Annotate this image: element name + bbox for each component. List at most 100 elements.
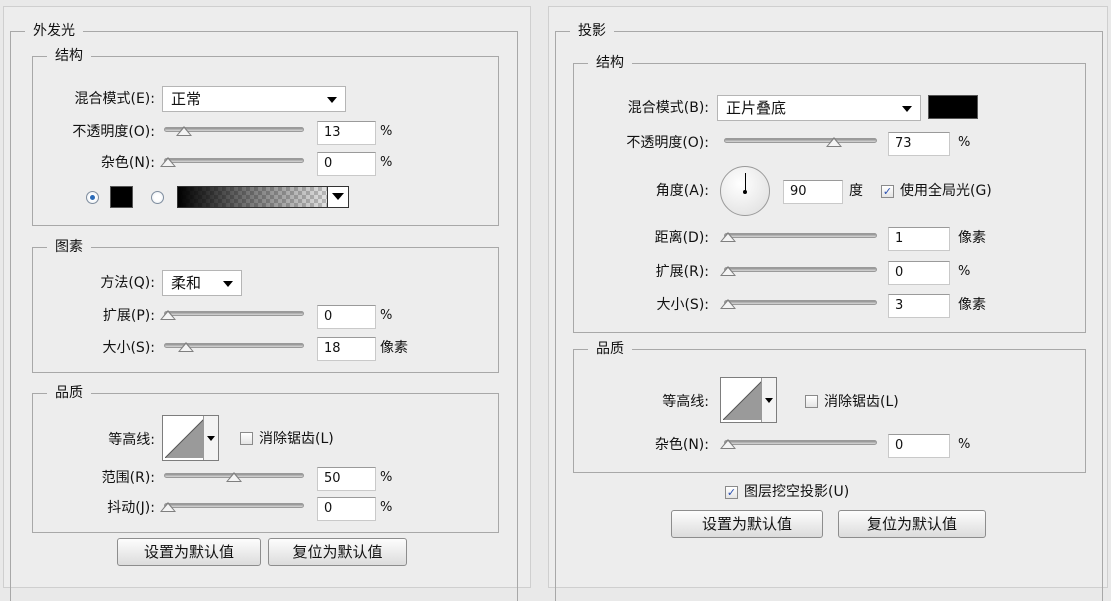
ds-angle-label: 角度(A): [655,183,709,199]
ds-angle-unit: 度 [849,183,863,199]
chevron-down-icon [223,281,233,287]
outer-glow-panel: 外发光 结构 混合模式(E): 正常 不透明度(O): 13 % 杂色(N): … [3,6,531,601]
og-color-swatch[interactable] [110,186,133,208]
ds-opacity-input[interactable]: 73 [888,132,950,156]
ds-noise-slider[interactable] [720,436,877,450]
slider-track [724,233,877,238]
og-size-slider[interactable] [164,339,304,353]
slider-track [724,300,877,305]
og-noise-slider[interactable] [160,154,304,168]
slider-track [164,158,304,163]
slider-thumb[interactable] [160,157,176,167]
slider-track [724,138,877,143]
og-make-default-button[interactable]: 设置为默认值 [117,538,261,566]
og-size-label: 大小(S): [102,340,155,356]
ds-distance-unit: 像素 [958,230,986,246]
og-contour-picker[interactable] [162,415,219,461]
slider-thumb[interactable] [176,126,192,136]
og-structure-title: 结构 [47,46,91,66]
og-jitter-label: 抖动(J): [107,500,155,516]
og-contour-label: 等高线: [108,432,155,448]
slider-track [164,311,304,316]
slider-thumb[interactable] [720,439,736,449]
og-opacity-slider[interactable] [164,123,304,137]
og-gradient-radio[interactable] [151,191,164,204]
slider-thumb[interactable] [226,472,242,482]
og-opacity-label: 不透明度(O): [72,124,155,140]
ds-contour-label: 等高线: [662,394,709,410]
og-opacity-input[interactable]: 13 [317,121,376,145]
ds-contour-picker[interactable] [720,377,777,423]
slider-thumb[interactable] [826,137,842,147]
ds-spread-input[interactable]: 0 [888,261,950,285]
ds-size-input[interactable]: 3 [888,294,950,318]
slider-thumb[interactable] [160,310,176,320]
chevron-down-icon[interactable] [327,187,348,207]
og-range-input[interactable]: 50 [317,467,376,491]
ds-anti-alias-label: 消除锯齿(L) [824,394,899,410]
ds-color-swatch[interactable] [928,95,978,119]
ds-noise-input[interactable]: 0 [888,434,950,458]
ds-distance-slider[interactable] [720,229,877,243]
slider-thumb[interactable] [178,342,194,352]
ds-structure-title: 结构 [588,53,632,73]
og-blend-mode-value: 正常 [171,90,202,108]
contour-preview-icon [723,380,763,420]
ds-opacity-label: 不透明度(O): [626,135,709,151]
og-blend-mode-label: 混合模式(E): [74,91,156,107]
angle-center-icon [743,190,747,194]
og-blend-mode-select[interactable]: 正常 [162,86,346,112]
ds-reset-default-button[interactable]: 复位为默认值 [838,510,986,538]
og-noise-input[interactable]: 0 [317,152,376,176]
ds-size-slider[interactable] [720,296,877,310]
og-reset-default-button[interactable]: 复位为默认值 [268,538,407,566]
ds-blend-mode-select[interactable]: 正片叠底 [717,95,921,121]
ds-global-light-label: 使用全局光(G) [900,183,992,199]
slider-thumb[interactable] [160,502,176,512]
ds-noise-unit: % [958,437,971,452]
og-noise-unit: % [380,155,393,170]
slider-track [164,503,304,508]
ds-spread-label: 扩展(R): [655,264,709,280]
og-jitter-slider[interactable] [160,499,304,513]
slider-track [724,440,877,445]
og-technique-select[interactable]: 柔和 [162,270,242,296]
ds-make-default-button[interactable]: 设置为默认值 [671,510,823,538]
ds-spread-slider[interactable] [720,263,877,277]
og-spread-slider[interactable] [160,307,304,321]
slider-thumb[interactable] [720,266,736,276]
ds-distance-label: 距离(D): [654,230,709,246]
og-size-unit: 像素 [380,340,408,356]
og-spread-label: 扩展(P): [102,308,155,324]
og-solid-color-radio[interactable] [86,191,99,204]
ds-opacity-unit: % [958,135,971,150]
chevron-down-icon [902,106,912,112]
ds-angle-input[interactable]: 90 [783,180,843,204]
og-anti-alias-label: 消除锯齿(L) [259,431,334,447]
og-spread-input[interactable]: 0 [317,305,376,329]
ds-knockout-checkbox[interactable]: ✓ [725,486,738,499]
chevron-down-icon [327,97,337,103]
slider-thumb[interactable] [720,299,736,309]
ds-global-light-checkbox[interactable]: ✓ [881,185,894,198]
og-noise-label: 杂色(N): [100,155,155,171]
og-anti-alias-checkbox[interactable] [240,432,253,445]
ds-quality-title: 品质 [588,339,632,359]
ds-opacity-slider[interactable] [724,134,877,148]
og-range-slider[interactable] [164,469,304,483]
ds-noise-label: 杂色(N): [654,437,709,453]
og-jitter-input[interactable]: 0 [317,497,376,521]
og-spread-unit: % [380,308,393,323]
slider-thumb[interactable] [720,232,736,242]
og-gradient-picker[interactable] [177,186,349,208]
og-size-input[interactable]: 18 [317,337,376,361]
chevron-down-icon[interactable] [203,416,218,460]
og-elements-title: 图素 [47,237,91,257]
chevron-down-icon[interactable] [761,378,776,422]
ds-angle-dial[interactable] [720,166,770,216]
drop-shadow-title: 投影 [570,21,614,41]
ds-distance-input[interactable]: 1 [888,227,950,251]
slider-track [724,267,877,272]
ds-anti-alias-checkbox[interactable] [805,395,818,408]
og-technique-label: 方法(Q): [100,275,155,291]
